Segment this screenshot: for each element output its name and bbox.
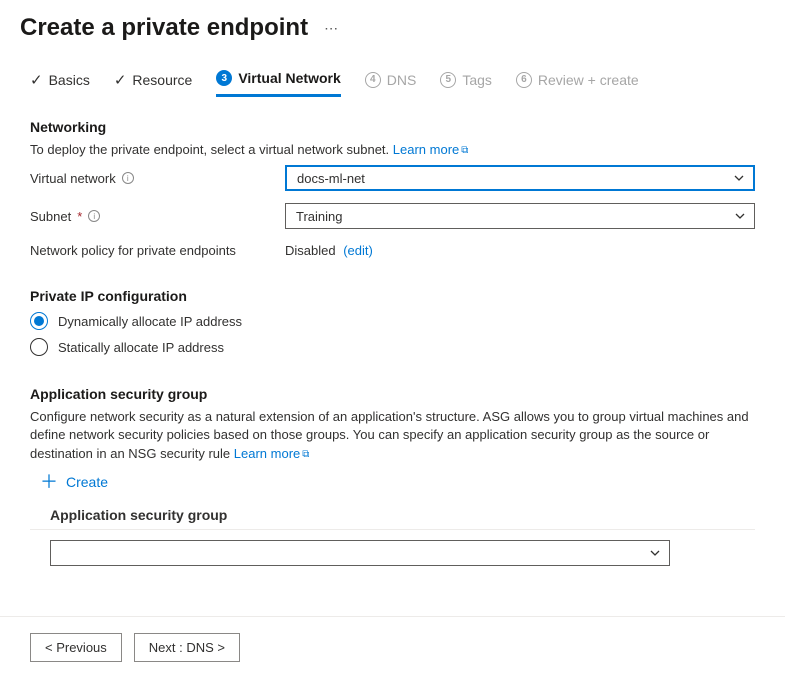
network-policy-row: Network policy for private endpoints Dis… [30,243,755,258]
subnet-select[interactable]: Training [285,203,755,229]
content-area: Networking To deploy the private endpoin… [0,97,785,586]
radio-icon [30,312,48,330]
info-icon[interactable]: i [88,210,100,222]
step-number-badge: 4 [365,72,381,88]
select-value: docs-ml-net [297,171,365,186]
tab-dns[interactable]: 4 DNS [365,72,417,96]
wizard-footer: < Previous Next : DNS > [0,617,785,678]
external-link-icon: ⧉ [461,144,468,158]
asg-desc: Configure network security as a natural … [30,408,755,463]
tab-tags[interactable]: 5 Tags [440,72,492,96]
tab-label: Resource [132,72,192,88]
wizard-tabs: ✓ Basics ✓ Resource 3 Virtual Network 4 … [0,52,785,97]
learn-more-link[interactable]: Learn more [393,142,459,157]
subnet-label: Subnet * i [30,209,285,224]
tab-label: Tags [462,72,492,88]
radio-static-ip[interactable]: Statically allocate IP address [30,338,755,356]
tab-basics[interactable]: ✓ Basics [30,71,90,97]
ip-config-heading: Private IP configuration [30,288,755,304]
chevron-down-icon [734,210,746,222]
check-icon: ✓ [114,71,127,89]
required-indicator: * [77,209,82,224]
tab-label: Virtual Network [238,70,340,86]
page-header: Create a private endpoint ⋯ [0,0,785,52]
check-icon: ✓ [30,71,43,89]
asg-heading: Application security group [30,386,755,402]
network-policy-label: Network policy for private endpoints [30,243,285,258]
virtual-network-row: Virtual network i docs-ml-net [30,165,755,191]
external-link-icon: ⧉ [302,448,309,462]
select-value: Training [296,209,342,224]
chevron-down-icon [733,172,745,184]
learn-more-link[interactable]: Learn more [234,446,300,461]
edit-policy-link[interactable]: (edit) [343,243,373,258]
radio-label: Statically allocate IP address [58,340,224,355]
virtual-network-label: Virtual network i [30,171,285,186]
step-number-badge: 6 [516,72,532,88]
tab-resource[interactable]: ✓ Resource [114,71,193,97]
page-title: Create a private endpoint [20,14,308,42]
networking-desc: To deploy the private endpoint, select a… [30,141,755,159]
asg-select[interactable] [50,540,670,566]
step-number-badge: 5 [440,72,456,88]
create-label: Create [66,474,108,490]
more-options-button[interactable]: ⋯ [324,20,339,37]
tab-label: Basics [49,72,90,88]
create-asg-button[interactable]: ＋ Create [40,473,755,491]
radio-dynamic-ip[interactable]: Dynamically allocate IP address [30,312,755,330]
step-number-badge: 3 [216,70,232,86]
network-policy-value: Disabled [285,243,336,258]
next-button[interactable]: Next : DNS > [134,633,240,662]
previous-button[interactable]: < Previous [30,633,122,662]
networking-heading: Networking [30,119,755,135]
tab-review-create[interactable]: 6 Review + create [516,72,639,96]
radio-icon [30,338,48,356]
virtual-network-select[interactable]: docs-ml-net [285,165,755,191]
chevron-down-icon [649,547,661,559]
tab-label: Review + create [538,72,639,88]
plus-icon: ＋ [40,473,58,491]
asg-column-header: Application security group [30,501,755,530]
tab-virtual-network[interactable]: 3 Virtual Network [216,70,340,97]
subnet-row: Subnet * i Training [30,203,755,229]
radio-label: Dynamically allocate IP address [58,314,242,329]
tab-label: DNS [387,72,417,88]
info-icon[interactable]: i [122,172,134,184]
